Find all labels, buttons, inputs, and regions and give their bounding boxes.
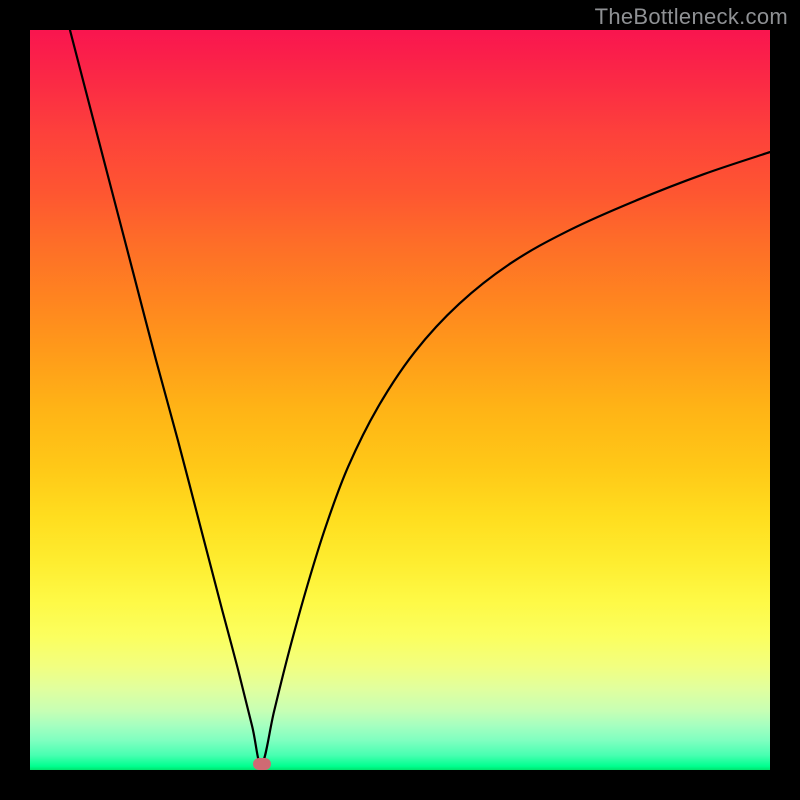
watermark-text: TheBottleneck.com	[595, 4, 788, 30]
curve-svg	[30, 30, 770, 770]
chart-container: TheBottleneck.com	[0, 0, 800, 800]
bottleneck-curve	[70, 30, 770, 764]
minimum-marker	[253, 758, 271, 770]
plot-area	[30, 30, 770, 770]
